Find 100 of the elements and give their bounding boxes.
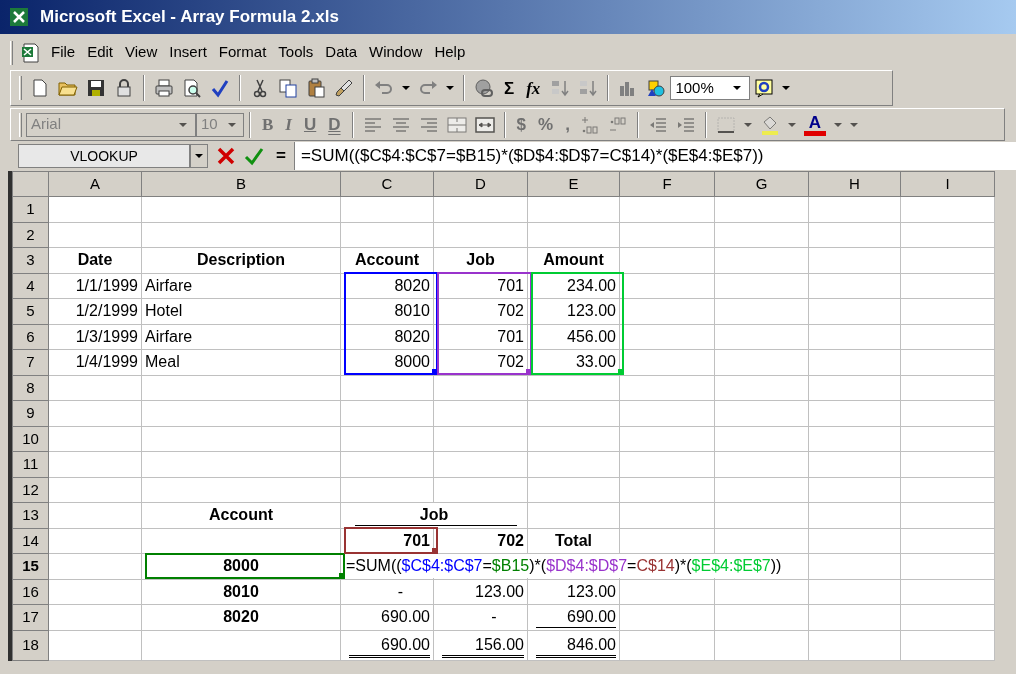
name-box[interactable]: VLOOKUP [18, 144, 190, 168]
formula-field[interactable]: =SUM(($C$4:$C$7=$B15)*($D$4:$D$7=C$14)*($E$4:$E$7)) [293, 142, 1016, 170]
row-header[interactable]: 17 [12, 604, 49, 630]
row-header[interactable]: 12 [12, 477, 49, 503]
table-cell[interactable]: 846.00 [527, 630, 620, 660]
column-header[interactable]: H [808, 171, 901, 197]
menu-item[interactable]: View [119, 40, 164, 65]
table-cell[interactable]: 8020 [340, 273, 434, 299]
new-document-icon[interactable] [30, 78, 50, 98]
table-cell[interactable]: 234.00 [527, 273, 620, 299]
copy-icon[interactable] [278, 78, 298, 98]
table-cell[interactable]: 8010 [141, 579, 341, 605]
print-preview-icon[interactable] [182, 78, 202, 98]
menu-item[interactable]: Data [319, 40, 364, 65]
help-icon[interactable] [754, 78, 775, 98]
table-cell[interactable]: 8010 [340, 298, 434, 324]
table-cell[interactable]: 8000 [141, 553, 341, 579]
save-icon[interactable] [86, 78, 106, 98]
select-all-button[interactable] [12, 171, 49, 197]
table-cell[interactable]: 701 [433, 324, 528, 350]
menu-item[interactable]: Window [363, 40, 429, 65]
cancel-icon[interactable] [216, 146, 236, 166]
table-cell[interactable]: Date [48, 247, 142, 273]
row-header[interactable]: 18 [12, 630, 49, 660]
menu-item[interactable]: Format [212, 40, 273, 65]
menu-item[interactable]: File [45, 40, 82, 65]
table-cell[interactable]: 123.00 [527, 579, 620, 605]
table-cell[interactable]: Description [141, 247, 341, 273]
column-header[interactable]: G [714, 171, 809, 197]
table-cell[interactable]: Airfare [141, 273, 341, 299]
row-header[interactable]: 13 [12, 502, 49, 528]
row-header[interactable]: 1 [12, 196, 49, 222]
window-title: Microsoft Excel - Array Formula 2.xls [40, 6, 339, 29]
menu-item[interactable]: Help [428, 40, 472, 65]
table-cell[interactable]: 1/4/1999 [48, 349, 142, 375]
paste-icon[interactable] [306, 78, 326, 98]
caret-icon[interactable] [733, 85, 742, 91]
table-cell[interactable]: 690.00 [527, 604, 620, 630]
row-header[interactable]: 14 [12, 528, 49, 554]
caret-icon[interactable] [782, 85, 791, 91]
menu-item[interactable]: Edit [81, 40, 120, 65]
table-cell[interactable]: 1/2/1999 [48, 298, 142, 324]
insert-function-button[interactable]: fx [526, 79, 541, 97]
column-header[interactable]: E [527, 171, 620, 197]
cell-input-field[interactable]: =SUM(($C$4:$C$7=$B15)*($D$4:$D$7=C$14)*($E$4:$E$7)) [344, 554, 784, 579]
row-header[interactable]: 3 [12, 247, 49, 273]
table-cell[interactable]: - [340, 579, 434, 605]
equals-label: = [276, 145, 286, 168]
column-header[interactable]: C [340, 171, 434, 197]
row-header[interactable]: 5 [12, 298, 49, 324]
table-cell[interactable]: 1/3/1999 [48, 324, 142, 350]
row-header[interactable]: 2 [12, 222, 49, 248]
table-cell[interactable]: 123.00 [527, 298, 620, 324]
row-header[interactable]: 16 [12, 579, 49, 605]
column-header[interactable]: B [141, 171, 341, 197]
table-cell[interactable]: - [433, 604, 528, 630]
table-cell[interactable]: 156.00 [433, 630, 528, 660]
name-box-dropdown[interactable] [190, 144, 208, 168]
menu-item[interactable]: Tools [272, 40, 320, 65]
table-cell[interactable]: Account [340, 247, 434, 273]
table-cell[interactable]: 456.00 [527, 324, 620, 350]
printer-icon[interactable] [154, 78, 174, 98]
row-header[interactable]: 8 [12, 375, 49, 401]
table-cell[interactable]: 8000 [340, 349, 434, 375]
enter-icon[interactable] [244, 146, 264, 166]
column-header[interactable]: I [900, 171, 995, 197]
zoom-field[interactable]: 100% [670, 76, 751, 100]
table-cell[interactable]: 8020 [141, 604, 341, 630]
row-header[interactable]: 9 [12, 400, 49, 426]
format-painter-icon[interactable] [334, 78, 354, 98]
table-cell[interactable]: Hotel [141, 298, 341, 324]
autosum-button[interactable]: Σ [504, 79, 515, 97]
column-header[interactable]: D [433, 171, 528, 197]
column-header[interactable]: F [619, 171, 715, 197]
menu-item[interactable]: Insert [163, 40, 213, 65]
table-cell[interactable]: 701 [433, 273, 528, 299]
table-cell[interactable]: Account [141, 502, 341, 528]
row-header[interactable]: 15 [12, 553, 49, 579]
table-cell[interactable]: Airfare [141, 324, 341, 350]
table-cell[interactable]: Total [527, 528, 620, 554]
row-header[interactable]: 11 [12, 451, 49, 477]
table-cell[interactable]: 702 [433, 298, 528, 324]
table-cell[interactable]: Meal [141, 349, 341, 375]
row-header[interactable]: 10 [12, 426, 49, 452]
row-header[interactable]: 4 [12, 273, 49, 299]
table-cell[interactable]: 123.00 [433, 579, 528, 605]
table-cell[interactable]: 690.00 [340, 604, 434, 630]
table-cell[interactable]: 8020 [340, 324, 434, 350]
table-cell[interactable]: Job [340, 502, 528, 528]
caret-icon[interactable] [446, 85, 454, 91]
workbook-icon[interactable] [21, 42, 41, 63]
row-header[interactable]: 7 [12, 349, 49, 375]
shapes-icon[interactable] [646, 78, 667, 98]
caret-icon[interactable] [402, 85, 410, 91]
lock-icon[interactable] [114, 78, 134, 98]
table-cell[interactable]: 690.00 [340, 630, 434, 660]
column-header[interactable]: A [48, 171, 142, 197]
spell-check-icon[interactable] [210, 78, 230, 98]
row-header[interactable]: 6 [12, 324, 49, 350]
table-cell[interactable]: 1/1/1999 [48, 273, 142, 299]
